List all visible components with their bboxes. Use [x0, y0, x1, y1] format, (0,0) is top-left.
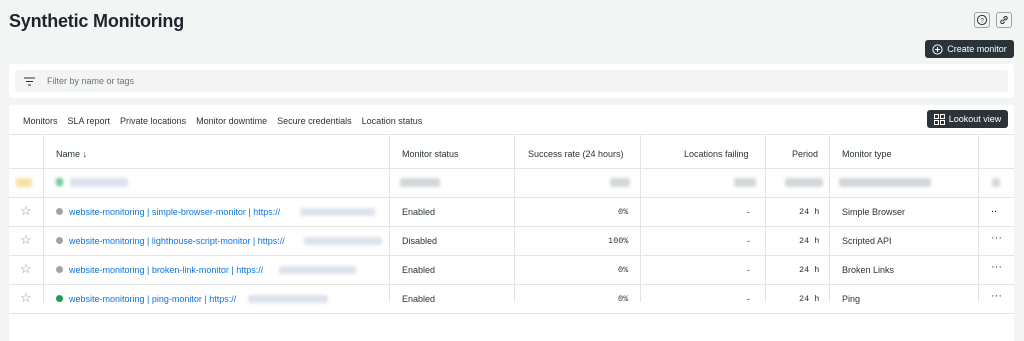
- lookout-view-label: Lookout view: [948, 114, 1002, 124]
- monitor-type: Ping: [842, 294, 861, 304]
- locations-failing: -: [747, 294, 750, 304]
- status-dot: [56, 295, 63, 302]
- filter-input[interactable]: [47, 76, 547, 86]
- filter-box[interactable]: [15, 70, 1008, 92]
- filter-icon[interactable]: [24, 76, 35, 86]
- status-dot: [56, 208, 63, 215]
- success-rate: 0%: [618, 294, 629, 304]
- monitor-status: Disabled: [402, 236, 438, 246]
- monitor-name-link[interactable]: website-monitoring | ping-monitor | http…: [69, 294, 236, 304]
- locations-failing: -: [747, 265, 750, 275]
- monitor-status: Enabled: [402, 265, 436, 275]
- table-row: ☆ website-monitoring | lighthouse-script…: [9, 226, 1014, 255]
- create-monitor-label: Create monitor: [947, 44, 1007, 54]
- tab-monitors[interactable]: Monitors: [23, 116, 58, 126]
- redacted-block: [785, 178, 823, 187]
- tab-secure-credentials[interactable]: Secure credentials: [277, 116, 352, 126]
- lookout-icon: [933, 113, 945, 125]
- monitor-type: Simple Browser: [842, 207, 906, 217]
- status-dot: [56, 266, 63, 273]
- redacted-block: [16, 178, 32, 187]
- filter-bar: [9, 64, 1014, 98]
- redacted-url: [248, 295, 328, 303]
- monitor-name-link[interactable]: website-monitoring | lighthouse-script-m…: [69, 236, 285, 246]
- more-actions-icon[interactable]: ···: [991, 261, 1002, 273]
- status-dot: [56, 237, 63, 244]
- locations-failing: -: [747, 207, 750, 217]
- monitor-status: Enabled: [402, 294, 436, 304]
- plus-circle-icon: [932, 43, 943, 55]
- period: 24 h: [799, 236, 820, 246]
- column-header-period[interactable]: Period: [792, 149, 818, 159]
- monitor-type: Scripted API: [842, 236, 892, 246]
- period: 24 h: [799, 207, 820, 217]
- redacted-block: [610, 178, 630, 187]
- monitor-name-link[interactable]: website-monitoring | broken-link-monitor…: [69, 265, 263, 275]
- monitors-panel: Monitors SLA report Private locations Mo…: [9, 105, 1014, 341]
- redacted-block: [400, 178, 440, 187]
- tab-sla-report[interactable]: SLA report: [68, 116, 111, 126]
- redacted-url: [300, 208, 375, 216]
- more-actions-icon[interactable]: ···: [991, 290, 1002, 302]
- table-row-redacted: [9, 168, 1014, 197]
- period: 24 h: [799, 265, 820, 275]
- redacted-block: [734, 178, 756, 187]
- column-header-success-rate[interactable]: Success rate (24 hours): [528, 149, 624, 159]
- tab-location-status[interactable]: Location status: [362, 116, 423, 126]
- create-monitor-button[interactable]: Create monitor: [925, 40, 1014, 58]
- star-icon[interactable]: ☆: [20, 291, 32, 304]
- page-title: Synthetic Monitoring: [9, 11, 184, 31]
- column-header-monitor-type[interactable]: Monitor type: [842, 149, 892, 159]
- table-row: ☆ website-monitoring | ping-monitor | ht…: [9, 284, 1014, 313]
- star-icon[interactable]: ☆: [20, 262, 32, 275]
- column-header-name[interactable]: Name ↓: [56, 149, 87, 159]
- help-icon[interactable]: ?: [974, 12, 990, 28]
- svg-text:?: ?: [980, 17, 984, 24]
- redacted-url: [279, 266, 356, 274]
- link-icon[interactable]: [996, 12, 1012, 28]
- monitor-status: Enabled: [402, 207, 436, 217]
- column-header-locations-failing[interactable]: Locations failing: [684, 149, 749, 159]
- redacted-block: [70, 178, 128, 187]
- table-row: ☆ website-monitoring | broken-link-monit…: [9, 255, 1014, 284]
- tab-monitor-downtime[interactable]: Monitor downtime: [196, 116, 267, 126]
- divider: [9, 313, 1014, 314]
- tab-private-locations[interactable]: Private locations: [120, 116, 186, 126]
- tab-bar: Monitors SLA report Private locations Mo…: [23, 116, 422, 126]
- star-icon[interactable]: ☆: [20, 204, 32, 217]
- success-rate: 0%: [618, 265, 629, 275]
- success-rate: 100%: [608, 236, 629, 246]
- locations-failing: -: [747, 236, 750, 246]
- lookout-view-button[interactable]: Lookout view: [927, 110, 1008, 128]
- success-rate: 0%: [618, 207, 629, 217]
- more-actions-icon[interactable]: ···: [991, 232, 1002, 244]
- column-header-status[interactable]: Monitor status: [402, 149, 459, 159]
- redacted-url: [304, 237, 382, 245]
- period: 24 h: [799, 294, 820, 304]
- star-icon[interactable]: ☆: [20, 233, 32, 246]
- more-actions-icon[interactable]: ..: [991, 203, 997, 215]
- redacted-block: [992, 178, 1000, 187]
- table-row: ☆ website-monitoring | simple-browser-mo…: [9, 197, 1014, 226]
- redacted-block: [839, 178, 931, 187]
- divider: [9, 134, 1014, 135]
- monitor-type: Broken Links: [842, 265, 895, 275]
- monitor-name-link[interactable]: website-monitoring | simple-browser-moni…: [69, 207, 280, 217]
- redacted-block: [56, 178, 63, 186]
